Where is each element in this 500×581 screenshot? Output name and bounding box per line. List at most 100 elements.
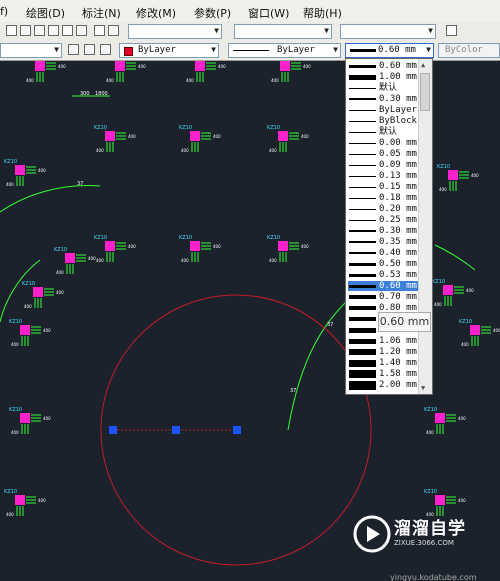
dim-text-400: 400 (58, 64, 66, 69)
linetype-value: ByLayer (277, 45, 315, 55)
lineweight-option[interactable]: 0.35 mm (348, 237, 420, 247)
linetype-combo[interactable]: ByLayer ▼ (228, 43, 341, 58)
dim-text-400: 400 (11, 342, 19, 347)
layer-manager-icon[interactable] (68, 44, 79, 55)
grip-mid[interactable] (172, 426, 180, 434)
scroll-up-icon[interactable]: ▲ (421, 61, 425, 69)
column-label: KZ10 (424, 407, 437, 413)
lineweight-option[interactable]: 0.60 mm (348, 61, 420, 71)
lineweight-option[interactable]: 0.60 mm (348, 281, 420, 291)
arc-dim-text-37-b: 37 (290, 388, 296, 394)
lineweight-combo[interactable]: 0.60 mm ▼ (345, 43, 434, 58)
menu-item-format[interactable]: f) (0, 5, 8, 18)
lineweight-option[interactable]: 0.00 mm (348, 138, 420, 148)
dim-style-combo[interactable]: ▼ (234, 24, 332, 39)
grip-end[interactable] (233, 426, 241, 434)
lineweight-option[interactable]: 0.50 mm (348, 259, 420, 269)
help-icon[interactable] (108, 25, 119, 36)
dim-text-400: 400 (458, 498, 466, 503)
print-icon[interactable] (34, 25, 45, 36)
column-symbol[interactable]: KZ10 400 400 (94, 125, 136, 153)
lineweight-option[interactable]: 0.53 mm (348, 270, 420, 280)
lineweight-option[interactable]: 0.25 mm (348, 215, 420, 225)
column-symbol[interactable]: KZ10 400 400 (9, 319, 51, 347)
lineweight-option[interactable]: 1.40 mm (348, 358, 420, 368)
block-icon[interactable] (20, 25, 31, 36)
lineweight-sample (349, 132, 376, 133)
lineweight-option[interactable]: 0.09 mm (348, 160, 420, 170)
column-symbol[interactable]: KZ10 400 400 (184, 60, 226, 83)
lineweight-option[interactable]: 1.00 mm (348, 72, 420, 82)
lineweight-dropdown[interactable]: 0.60 mm 1.00 mm 默认 0.30 mm ByLayer ByBlock 默认 0… (345, 58, 433, 395)
dim-text-400: 400 (434, 302, 442, 307)
color-combo[interactable]: ByLayer ▼ (119, 43, 219, 58)
dim-text-400: 400 (269, 258, 277, 263)
match-icon[interactable] (76, 25, 87, 36)
table-style-combo[interactable]: ▼ (340, 24, 436, 39)
lineweight-option-label: 0.20 mm (379, 204, 417, 214)
dim-text-400: 400 (56, 290, 64, 295)
lineweight-option[interactable]: 0.30 mm (348, 94, 420, 104)
lineweight-option[interactable]: 0.20 mm (348, 204, 420, 214)
plot-preview-icon[interactable] (48, 25, 59, 36)
column-symbol[interactable]: KZ10 400 400 (9, 407, 51, 435)
grid-icon[interactable] (94, 25, 105, 36)
dropdown-scrollbar[interactable]: ▲ ▼ (418, 59, 432, 394)
column-symbol[interactable]: KZ10 400 400 (179, 235, 221, 263)
lineweight-option[interactable]: ByBlock (348, 116, 420, 126)
menu-item-parametric[interactable]: 参数(P) (194, 5, 231, 21)
lineweight-option[interactable]: 0.05 mm (348, 149, 420, 159)
grip-start[interactable] (109, 426, 117, 434)
column-symbol[interactable]: KZ10 400 400 (4, 489, 46, 517)
lineweight-option[interactable]: 默认 (348, 83, 420, 93)
lineweight-option[interactable]: 0.18 mm (348, 193, 420, 203)
scroll-thumb[interactable] (420, 73, 430, 111)
menu-item-dimension[interactable]: 标注(N) (82, 5, 121, 21)
column-symbol[interactable]: KZ10 400 400 (437, 164, 479, 192)
menu-item-help[interactable]: 帮助(H) (303, 5, 342, 21)
column-symbol[interactable]: KZ10 400 400 (424, 407, 466, 435)
lineweight-option[interactable]: 1.20 mm (348, 347, 420, 357)
column-symbol[interactable]: KZ10 400 400 (179, 125, 221, 153)
multileader-icon[interactable] (446, 25, 457, 36)
lineweight-option[interactable]: 0.70 mm (348, 292, 420, 302)
dim-text-400: 400 (493, 328, 500, 333)
lineweight-option[interactable]: 1.58 mm (348, 369, 420, 379)
dim-text-400: 400 (301, 134, 309, 139)
column-symbol[interactable]: KZ10 400 400 (24, 60, 66, 83)
watermark-play-icon (353, 515, 391, 553)
column-symbol[interactable]: KZ10 400 400 (54, 247, 96, 275)
column-symbol[interactable]: KZ10 400 400 (267, 125, 309, 153)
lineweight-option[interactable]: ByLayer (348, 105, 420, 115)
layer-previous-icon[interactable] (100, 44, 111, 55)
column-symbol[interactable]: KZ10 400 400 (269, 60, 311, 83)
lineweight-option[interactable]: 0.40 mm (348, 248, 420, 258)
column-symbol[interactable]: KZ10 400 400 (459, 319, 500, 347)
text-style-combo[interactable]: ▼ (128, 24, 222, 39)
lineweight-option-label: 0.60 mm (379, 281, 417, 291)
lineweight-option[interactable]: 0.30 mm (348, 226, 420, 236)
column-symbol[interactable]: KZ10 400 400 (22, 281, 64, 309)
scroll-down-icon[interactable]: ▼ (421, 384, 425, 392)
publish-icon[interactable] (62, 25, 73, 36)
lineweight-option[interactable]: 1.06 mm (348, 336, 420, 346)
column-symbol[interactable]: KZ10 400 400 (4, 159, 46, 187)
menu-item-draw[interactable]: 绘图(D) (26, 5, 65, 21)
lineweight-option[interactable]: 0.15 mm (348, 182, 420, 192)
lineweight-option-label: 0.30 mm (379, 226, 417, 236)
column-symbol[interactable]: KZ10 400 400 (432, 279, 474, 307)
column-symbol[interactable]: KZ10 400 400 (94, 235, 136, 263)
lineweight-sample (349, 360, 376, 367)
lineweight-option[interactable]: 0.13 mm (348, 171, 420, 181)
column-symbol[interactable]: KZ10 400 400 (267, 235, 309, 263)
layer-combo[interactable]: ▼ (0, 43, 62, 58)
lineweight-option[interactable]: 2.00 mm (348, 380, 420, 390)
lineweight-option[interactable]: 默认 (348, 127, 420, 137)
column-square (278, 241, 288, 251)
lineweight-sample (349, 209, 376, 210)
menu-item-window[interactable]: 窗口(W) (248, 5, 289, 21)
column-symbol[interactable]: KZ10 400 400 (104, 60, 146, 83)
menu-item-modify[interactable]: 修改(M) (136, 5, 176, 21)
make-current-icon[interactable] (84, 44, 95, 55)
save-icon[interactable] (6, 25, 17, 36)
